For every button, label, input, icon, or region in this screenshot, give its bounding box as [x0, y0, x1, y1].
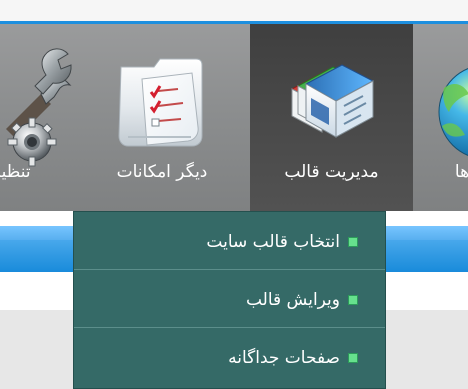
folder-checklist-icon: [118, 58, 203, 147]
submenu-item-edit-template[interactable]: ویرایش قالب: [74, 270, 385, 328]
submenu-label-select-template: انتخاب قالب سایت: [206, 232, 340, 252]
nav-item-template-management[interactable]: مدیریت قالب: [250, 24, 413, 211]
template-management-submenu: انتخاب قالب سایت ویرایش قالب صفحات جداگا…: [73, 211, 386, 389]
submenu-item-separate-pages[interactable]: صفحات جداگانه: [74, 328, 385, 386]
template-management-screenshot: تنظیم: [0, 0, 468, 389]
nav-label-other-features: دیگر امکانات: [116, 162, 208, 182]
green-square-icon: [348, 237, 358, 247]
theme-windows-icon: [290, 64, 375, 138]
main-navigation-bar: تنظیم: [0, 24, 468, 211]
nav-label-template-management: مدیریت قالب: [284, 162, 379, 182]
globe-icon: [438, 68, 468, 156]
green-square-icon: [348, 353, 358, 363]
submenu-label-edit-template: ویرایش قالب: [245, 290, 340, 310]
top-page-strip: [0, 0, 468, 21]
submenu-label-separate-pages: صفحات جداگانه: [228, 348, 340, 368]
nav-label-settings: تنظیم: [0, 162, 31, 182]
submenu-item-select-template[interactable]: انتخاب قالب سایت: [74, 212, 385, 270]
nav-label-partial-right: ها: [454, 162, 468, 182]
wrench-gear-icon: [6, 48, 72, 167]
nav-item-settings[interactable]: تنظیم: [0, 24, 74, 211]
nav-item-partial-right[interactable]: ها: [413, 24, 468, 211]
green-square-icon: [348, 295, 358, 305]
nav-item-other-features[interactable]: دیگر امکانات: [74, 24, 250, 211]
